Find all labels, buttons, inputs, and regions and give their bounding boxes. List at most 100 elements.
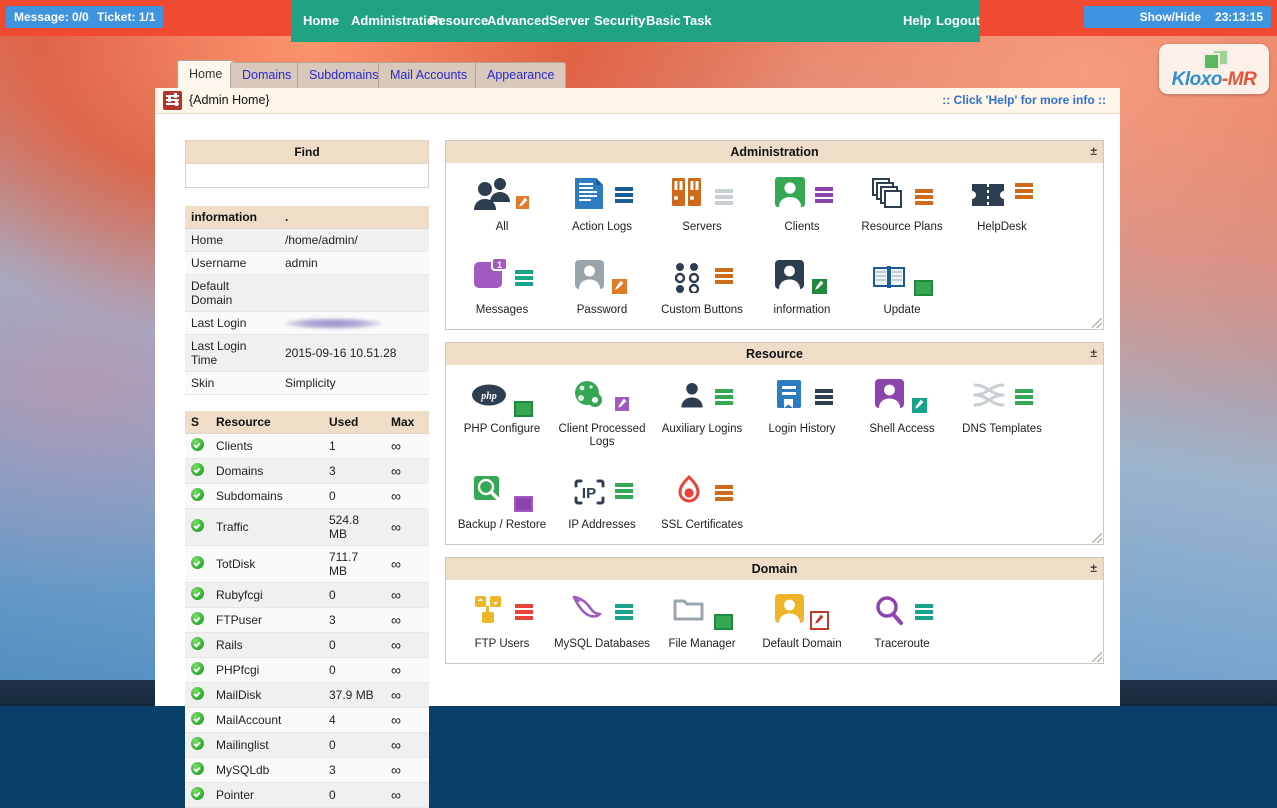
tile-clients[interactable]: Clients (752, 173, 852, 242)
status-ok-icon (191, 556, 204, 569)
tile-label: IP Addresses (552, 519, 652, 532)
status-ok-icon (191, 712, 204, 725)
info-label-skin: Skin (185, 372, 279, 395)
resource-col-status: S (185, 411, 210, 434)
tile-ip-addresses[interactable]: IP IP Addresses (552, 471, 652, 540)
panel-expander-icon[interactable]: ± (1090, 346, 1097, 360)
tile-traceroute[interactable]: Traceroute (852, 590, 952, 659)
panel-resize-handle[interactable] (1092, 318, 1102, 328)
table-row: Username admin (185, 252, 429, 275)
resource-status (185, 484, 210, 509)
tile-password[interactable]: Password (552, 256, 652, 325)
resource-name: TotDisk (210, 546, 323, 583)
tile-helpdesk[interactable]: HelpDesk (952, 173, 1052, 242)
tab-home[interactable]: Home (177, 60, 234, 88)
tile-login-history[interactable]: Login History (752, 375, 852, 457)
tile-custom-buttons[interactable]: Custom Buttons (652, 256, 752, 325)
kloxo-mr-logo: Kloxo-MR (1159, 44, 1269, 94)
tile-label: All (452, 221, 552, 234)
nav-item-resource[interactable]: Resource (429, 13, 488, 28)
nav-item-task[interactable]: Task (683, 13, 712, 28)
tab-domains[interactable]: Domains (230, 62, 303, 88)
message-badge-icon: 1 (471, 256, 533, 300)
tile-file-manager[interactable]: File Manager (652, 590, 752, 659)
information-col-value: . (279, 206, 429, 229)
user-silhouette-icon (677, 379, 707, 414)
info-value-last-login (279, 312, 429, 335)
tile-messages[interactable]: 1 Messages (452, 256, 552, 325)
tile-backup-restore[interactable]: Backup / Restore (452, 471, 552, 540)
table-row: FTPuser3∞ (185, 608, 429, 633)
tile-resource-plans[interactable]: Resource Plans (852, 173, 952, 242)
clock-display[interactable]: 23:13:15 (1207, 6, 1271, 28)
message-counter-chip[interactable]: Message: 0/0 (6, 6, 97, 28)
tile-update[interactable]: Update (852, 256, 952, 325)
tab-subdomains[interactable]: Subdomains (297, 62, 391, 88)
dna-icon (971, 375, 1033, 419)
nav-item-basic[interactable]: Basic (646, 13, 681, 28)
ip-icon: IP (571, 471, 633, 515)
info-value-skin[interactable]: Simplicity (279, 372, 429, 395)
tab-bar: Home Domains Subdomains Mail Accounts Ap… (155, 58, 1120, 88)
info-label-last-login-time: Last Login Time (185, 335, 279, 372)
panel-expander-icon[interactable]: ± (1090, 144, 1097, 158)
panel-expander-icon[interactable]: ± (1090, 561, 1097, 575)
ticket-counter-chip[interactable]: Ticket: 1/1 (89, 6, 163, 28)
resource-max: ∞ (385, 708, 429, 733)
panel-title: Domain (752, 562, 798, 576)
nav-item-help[interactable]: Help (903, 13, 931, 28)
panels-container: Administration±AllAction LogsServersClie… (445, 140, 1104, 676)
resource-name: MailDisk (210, 683, 323, 708)
book-monitor-icon (871, 256, 933, 300)
page-title: {Admin Home} (189, 93, 270, 107)
find-input-wrapper[interactable] (185, 164, 429, 188)
info-value-last-login-time[interactable]: 2015-09-16 10.51.28 (279, 335, 429, 372)
admin-home-icon (163, 91, 182, 110)
table-row: Traffic524.8 MB∞ (185, 509, 429, 546)
tile-action-logs[interactable]: Action Logs (552, 173, 652, 242)
nav-item-advanced[interactable]: Advanced (487, 13, 549, 28)
find-input[interactable] (186, 164, 428, 187)
resource-max: ∞ (385, 583, 429, 608)
page-header-strip: {Admin Home} :: Click 'Help' for more in… (155, 88, 1120, 114)
php-monitor-icon: php (471, 375, 533, 419)
icon-row: AllAction LogsServersClientsResource Pla… (446, 163, 1103, 246)
panel-resize-handle[interactable] (1092, 652, 1102, 662)
tile-default-domain[interactable]: Default Domain (752, 590, 852, 659)
tile-auxiliary-logins[interactable]: Auxiliary Logins (652, 375, 752, 457)
panel-resize-handle[interactable] (1092, 533, 1102, 543)
resource-name: Clients (210, 434, 323, 459)
tile-label: Messages (452, 304, 552, 317)
tile-shell-access[interactable]: Shell Access (852, 375, 952, 457)
users-edit-icon (471, 173, 533, 217)
resource-max: ∞ (385, 546, 429, 583)
nav-item-logout[interactable]: Logout (936, 13, 980, 28)
panel-header: Administration ± (446, 141, 1103, 163)
info-value-home[interactable]: /home/admin/ (279, 229, 429, 252)
table-row: Mailinglist0∞ (185, 733, 429, 758)
tile-dns-templates[interactable]: DNS Templates (952, 375, 1052, 457)
help-hint-link[interactable]: :: Click 'Help' for more info :: (942, 93, 1106, 107)
tile-all[interactable]: All (452, 173, 552, 242)
tile-information[interactable]: information (752, 256, 852, 325)
tile-mysql-databases[interactable]: MySQL Databases (552, 590, 652, 659)
tile-label: Custom Buttons (652, 304, 752, 317)
panel-title: Administration (730, 145, 818, 159)
panel-title: Resource (746, 347, 803, 361)
resource-col-used: Used (323, 411, 385, 434)
tab-appearance[interactable]: Appearance (475, 62, 566, 88)
info-value-username: admin (279, 252, 429, 275)
tile-ssl-certificates[interactable]: SSL Certificates (652, 471, 752, 540)
nav-item-security[interactable]: Security (594, 13, 645, 28)
tile-client-processed-logs[interactable]: Client Processed Logs (552, 375, 652, 457)
tile-label: HelpDesk (952, 221, 1052, 234)
tile-php-configure[interactable]: phpPHP Configure (452, 375, 552, 457)
nav-item-server[interactable]: Server (549, 13, 589, 28)
tab-mail-accounts[interactable]: Mail Accounts (378, 62, 479, 88)
tile-ftp-users[interactable]: FTP Users (452, 590, 552, 659)
tile-servers[interactable]: Servers (652, 173, 752, 242)
panel-domain: Domain ± FTP UsersMySQL DatabasesFile Mana… (445, 557, 1104, 664)
show-hide-button[interactable]: Show/Hide (1132, 6, 1209, 28)
magnifier-list-icon (871, 590, 933, 634)
nav-item-home[interactable]: Home (303, 13, 339, 28)
